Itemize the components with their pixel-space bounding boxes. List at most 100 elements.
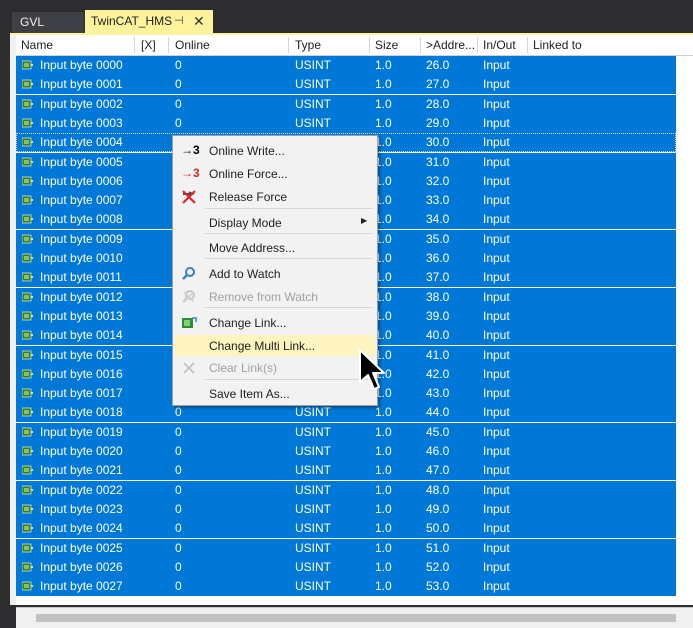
row-address: 52.0	[426, 559, 450, 574]
input-variable-icon	[22, 311, 33, 321]
context-menu: →3 Online Write... →3 Online Force... Releas…	[172, 135, 378, 406]
menu-item-clear-link-s[interactable]: Clear Link(s)	[175, 357, 375, 378]
table-row[interactable]: Input byte 0025 0 USINT 1.0 51.0 Input	[16, 538, 676, 558]
menu-item-change-multi-link[interactable]: Change Multi Link...	[175, 335, 375, 356]
input-variable-icon	[22, 543, 33, 552]
row-size: 1.0	[375, 58, 392, 72]
row-in-out: Input	[483, 366, 510, 381]
table-row[interactable]: Input byte 0024 0 USINT 1.0 50.0 Input	[16, 519, 676, 539]
row-type: USINT	[295, 444, 331, 458]
row-in-out: Input	[483, 559, 510, 574]
menu-item-display-mode[interactable]: Display Mode ▶	[175, 212, 375, 233]
menu-item-label: Online Force...	[209, 167, 288, 181]
table-row[interactable]: Input byte 0022 0 USINT 1.0 48.0 Input	[16, 480, 676, 500]
row-type: USINT	[295, 405, 331, 420]
row-type: USINT	[295, 559, 331, 574]
online-force-icon: →3	[181, 166, 200, 180]
menu-item-release-force[interactable]: Release Force	[175, 186, 375, 207]
tab-gvl-label: GVL	[20, 15, 45, 29]
table-row[interactable]: Input byte 0018 0 USINT 1.0 44.0 Input	[16, 403, 676, 423]
row-name: Input byte 0013	[40, 308, 123, 323]
column-header-size[interactable]: Size	[375, 38, 398, 52]
tab-twincat-hms[interactable]: TwinCAT_HMS ⊣ ✕	[85, 10, 213, 33]
row-online-value: 0	[175, 463, 182, 478]
column-separator[interactable]	[527, 37, 528, 53]
column-header-in-out[interactable]: In/Out	[483, 38, 516, 52]
table-row[interactable]: Input byte 0002 0 USINT 1.0 28.0 Input	[16, 94, 676, 114]
row-address: 44.0	[426, 405, 450, 420]
row-name: Input byte 0022	[40, 482, 123, 497]
column-separator[interactable]	[134, 37, 135, 53]
input-variable-icon	[22, 369, 33, 379]
row-address: 28.0	[426, 96, 450, 111]
menu-separator	[205, 258, 373, 259]
row-in-out: Input	[483, 328, 510, 343]
row-address: 49.0	[426, 501, 450, 516]
input-variable-icon	[22, 137, 33, 147]
table-row[interactable]: Input byte 0023 0 USINT 1.0 49.0 Input	[16, 499, 676, 519]
row-name: Input byte 0000	[40, 58, 123, 72]
tab-gvl[interactable]: GVL	[12, 12, 84, 33]
row-name: Input byte 0019	[40, 424, 123, 439]
row-type: USINT	[295, 424, 331, 439]
menu-item-remove-from-watch[interactable]: Remove from Watch	[175, 286, 375, 307]
menu-item-save-item-as[interactable]: Save Item As...	[175, 383, 375, 404]
column-header-online[interactable]: Online	[175, 38, 210, 52]
menu-item-online-write[interactable]: →3 Online Write...	[175, 140, 375, 161]
column-header-x[interactable]: [X]	[141, 38, 156, 52]
table-row[interactable]: Input byte 0019 0 USINT 1.0 45.0 Input	[16, 422, 676, 442]
scrollbar-thumb[interactable]	[36, 614, 676, 622]
row-in-out: Input	[483, 231, 510, 246]
row-address: 42.0	[426, 366, 450, 381]
table-row[interactable]: Input byte 0027 0 USINT 1.0 53.0 Input	[16, 577, 676, 597]
row-name: Input byte 0024	[40, 521, 123, 536]
row-type: USINT	[295, 501, 331, 516]
column-header-address[interactable]: >Addre...	[426, 38, 475, 52]
input-variable-icon	[22, 407, 33, 417]
pin-icon[interactable]: ⊣	[174, 10, 184, 33]
table-row[interactable]: Input byte 0020 0 USINT 1.0 46.0 Input	[16, 442, 676, 461]
table-row[interactable]: Input byte 0021 0 USINT 1.0 47.0 Input	[16, 461, 676, 481]
input-variable-icon	[22, 176, 33, 186]
row-online-value: 0	[175, 444, 182, 458]
row-name: Input byte 0003	[40, 115, 123, 130]
row-in-out: Input	[483, 482, 510, 497]
row-name: Input byte 0010	[40, 251, 123, 265]
row-name: Input byte 0004	[40, 135, 123, 150]
row-address: 50.0	[426, 521, 450, 536]
column-header-name[interactable]: Name	[21, 38, 53, 52]
row-in-out: Input	[483, 251, 510, 265]
row-in-out: Input	[483, 212, 510, 227]
row-online-value: 0	[175, 482, 182, 497]
menu-item-change-link[interactable]: Change Link...	[175, 312, 375, 333]
row-in-out: Input	[483, 444, 510, 458]
row-name: Input byte 0023	[40, 501, 123, 516]
menu-item-label: Online Write...	[209, 144, 285, 158]
menu-item-online-force[interactable]: →3 Online Force...	[175, 163, 375, 184]
close-icon[interactable]: ✕	[193, 10, 205, 33]
table-row[interactable]: Input byte 0000 0 USINT 1.0 26.0 Input	[16, 56, 676, 75]
row-name: Input byte 0011	[40, 270, 122, 285]
row-online-value: 0	[175, 405, 182, 420]
online-write-icon: →3	[181, 143, 200, 157]
menu-item-move-address[interactable]: Move Address...	[175, 237, 375, 258]
column-header-type[interactable]: Type	[295, 38, 321, 52]
column-separator[interactable]	[168, 37, 169, 53]
table-row[interactable]: Input byte 0003 0 USINT 1.0 29.0 Input	[16, 113, 676, 133]
column-separator[interactable]	[477, 37, 478, 53]
table-row[interactable]: Input byte 0001 0 USINT 1.0 27.0 Input	[16, 75, 676, 95]
horizontal-scrollbar[interactable]	[16, 607, 693, 628]
column-separator[interactable]	[288, 37, 289, 53]
column-separator[interactable]	[420, 37, 421, 53]
row-size: 1.0	[375, 501, 392, 516]
row-in-out: Input	[483, 289, 510, 304]
row-address: 34.0	[426, 212, 450, 227]
row-address: 33.0	[426, 193, 450, 208]
row-in-out: Input	[483, 521, 510, 536]
column-header-linked-to[interactable]: Linked to	[533, 38, 582, 52]
menu-item-add-to-watch[interactable]: Add to Watch	[175, 263, 375, 284]
row-type: USINT	[295, 540, 331, 555]
column-separator[interactable]	[369, 37, 370, 53]
table-row[interactable]: Input byte 0026 0 USINT 1.0 52.0 Input	[16, 557, 676, 577]
menu-item-label: Display Mode	[209, 216, 282, 230]
